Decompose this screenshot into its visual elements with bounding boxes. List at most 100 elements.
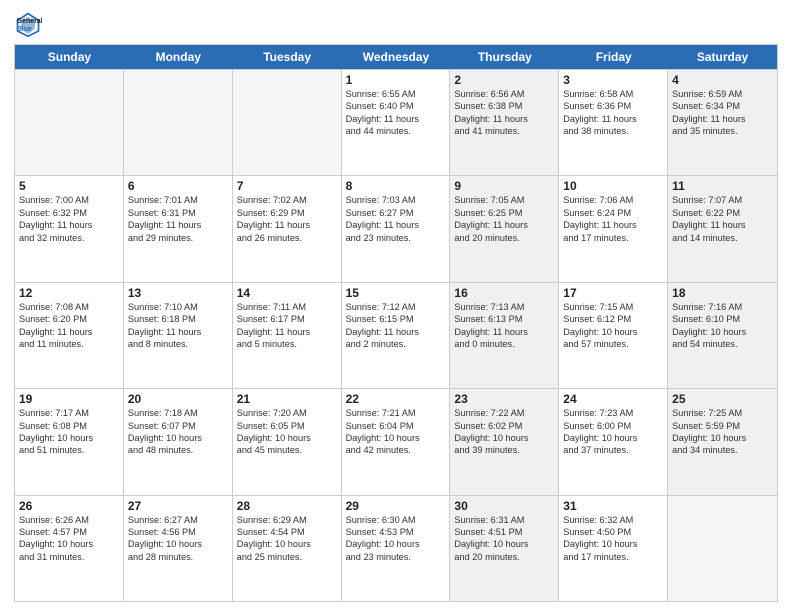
day-cell: 12Sunrise: 7:08 AM Sunset: 6:20 PM Dayli… bbox=[15, 283, 124, 388]
calendar-row: 19Sunrise: 7:17 AM Sunset: 6:08 PM Dayli… bbox=[15, 388, 777, 494]
day-cell: 13Sunrise: 7:10 AM Sunset: 6:18 PM Dayli… bbox=[124, 283, 233, 388]
logo: General Blue bbox=[14, 10, 45, 38]
day-info: Sunrise: 7:06 AM Sunset: 6:24 PM Dayligh… bbox=[563, 194, 663, 244]
day-cell: 29Sunrise: 6:30 AM Sunset: 4:53 PM Dayli… bbox=[342, 496, 451, 601]
day-number: 3 bbox=[563, 73, 663, 87]
day-cell: 30Sunrise: 6:31 AM Sunset: 4:51 PM Dayli… bbox=[450, 496, 559, 601]
day-cell: 11Sunrise: 7:07 AM Sunset: 6:22 PM Dayli… bbox=[668, 176, 777, 281]
day-number: 22 bbox=[346, 392, 446, 406]
day-cell: 18Sunrise: 7:16 AM Sunset: 6:10 PM Dayli… bbox=[668, 283, 777, 388]
calendar-row: 12Sunrise: 7:08 AM Sunset: 6:20 PM Dayli… bbox=[15, 282, 777, 388]
day-number: 10 bbox=[563, 179, 663, 193]
day-info: Sunrise: 6:31 AM Sunset: 4:51 PM Dayligh… bbox=[454, 514, 554, 564]
day-number: 25 bbox=[672, 392, 773, 406]
day-number: 4 bbox=[672, 73, 773, 87]
weekday-header: Monday bbox=[124, 45, 233, 69]
day-cell: 4Sunrise: 6:59 AM Sunset: 6:34 PM Daylig… bbox=[668, 70, 777, 175]
day-info: Sunrise: 6:26 AM Sunset: 4:57 PM Dayligh… bbox=[19, 514, 119, 564]
day-cell: 3Sunrise: 6:58 AM Sunset: 6:36 PM Daylig… bbox=[559, 70, 668, 175]
day-info: Sunrise: 6:58 AM Sunset: 6:36 PM Dayligh… bbox=[563, 88, 663, 138]
day-number: 19 bbox=[19, 392, 119, 406]
day-number: 31 bbox=[563, 499, 663, 513]
weekday-header: Sunday bbox=[15, 45, 124, 69]
day-number: 24 bbox=[563, 392, 663, 406]
day-cell: 2Sunrise: 6:56 AM Sunset: 6:38 PM Daylig… bbox=[450, 70, 559, 175]
day-number: 26 bbox=[19, 499, 119, 513]
day-number: 9 bbox=[454, 179, 554, 193]
day-cell: 8Sunrise: 7:03 AM Sunset: 6:27 PM Daylig… bbox=[342, 176, 451, 281]
day-info: Sunrise: 7:11 AM Sunset: 6:17 PM Dayligh… bbox=[237, 301, 337, 351]
day-info: Sunrise: 7:03 AM Sunset: 6:27 PM Dayligh… bbox=[346, 194, 446, 244]
day-cell: 24Sunrise: 7:23 AM Sunset: 6:00 PM Dayli… bbox=[559, 389, 668, 494]
day-number: 20 bbox=[128, 392, 228, 406]
empty-cell bbox=[233, 70, 342, 175]
weekday-header: Wednesday bbox=[342, 45, 451, 69]
svg-text:General: General bbox=[17, 18, 42, 25]
weekday-header: Saturday bbox=[668, 45, 777, 69]
day-info: Sunrise: 7:25 AM Sunset: 5:59 PM Dayligh… bbox=[672, 407, 773, 457]
day-number: 27 bbox=[128, 499, 228, 513]
day-cell: 1Sunrise: 6:55 AM Sunset: 6:40 PM Daylig… bbox=[342, 70, 451, 175]
day-info: Sunrise: 6:27 AM Sunset: 4:56 PM Dayligh… bbox=[128, 514, 228, 564]
logo-icon: General Blue bbox=[14, 10, 42, 38]
day-info: Sunrise: 7:02 AM Sunset: 6:29 PM Dayligh… bbox=[237, 194, 337, 244]
day-number: 13 bbox=[128, 286, 228, 300]
calendar-body: 1Sunrise: 6:55 AM Sunset: 6:40 PM Daylig… bbox=[15, 69, 777, 601]
empty-cell bbox=[668, 496, 777, 601]
header: General Blue bbox=[14, 10, 778, 38]
calendar-row: 5Sunrise: 7:00 AM Sunset: 6:32 PM Daylig… bbox=[15, 175, 777, 281]
day-number: 14 bbox=[237, 286, 337, 300]
day-number: 7 bbox=[237, 179, 337, 193]
day-cell: 15Sunrise: 7:12 AM Sunset: 6:15 PM Dayli… bbox=[342, 283, 451, 388]
day-number: 8 bbox=[346, 179, 446, 193]
day-number: 12 bbox=[19, 286, 119, 300]
empty-cell bbox=[124, 70, 233, 175]
day-number: 17 bbox=[563, 286, 663, 300]
day-number: 30 bbox=[454, 499, 554, 513]
day-number: 18 bbox=[672, 286, 773, 300]
svg-text:Blue: Blue bbox=[17, 26, 32, 33]
page: General Blue SundayMondayTuesdayWednesda… bbox=[0, 0, 792, 612]
day-info: Sunrise: 7:10 AM Sunset: 6:18 PM Dayligh… bbox=[128, 301, 228, 351]
day-info: Sunrise: 7:17 AM Sunset: 6:08 PM Dayligh… bbox=[19, 407, 119, 457]
day-info: Sunrise: 6:30 AM Sunset: 4:53 PM Dayligh… bbox=[346, 514, 446, 564]
day-cell: 10Sunrise: 7:06 AM Sunset: 6:24 PM Dayli… bbox=[559, 176, 668, 281]
day-cell: 17Sunrise: 7:15 AM Sunset: 6:12 PM Dayli… bbox=[559, 283, 668, 388]
day-info: Sunrise: 7:18 AM Sunset: 6:07 PM Dayligh… bbox=[128, 407, 228, 457]
day-info: Sunrise: 7:13 AM Sunset: 6:13 PM Dayligh… bbox=[454, 301, 554, 351]
day-cell: 31Sunrise: 6:32 AM Sunset: 4:50 PM Dayli… bbox=[559, 496, 668, 601]
day-cell: 27Sunrise: 6:27 AM Sunset: 4:56 PM Dayli… bbox=[124, 496, 233, 601]
day-info: Sunrise: 7:07 AM Sunset: 6:22 PM Dayligh… bbox=[672, 194, 773, 244]
day-number: 11 bbox=[672, 179, 773, 193]
day-number: 29 bbox=[346, 499, 446, 513]
weekday-header: Thursday bbox=[450, 45, 559, 69]
day-info: Sunrise: 7:15 AM Sunset: 6:12 PM Dayligh… bbox=[563, 301, 663, 351]
day-info: Sunrise: 6:56 AM Sunset: 6:38 PM Dayligh… bbox=[454, 88, 554, 138]
day-number: 15 bbox=[346, 286, 446, 300]
day-info: Sunrise: 7:23 AM Sunset: 6:00 PM Dayligh… bbox=[563, 407, 663, 457]
empty-cell bbox=[15, 70, 124, 175]
day-cell: 21Sunrise: 7:20 AM Sunset: 6:05 PM Dayli… bbox=[233, 389, 342, 494]
day-cell: 26Sunrise: 6:26 AM Sunset: 4:57 PM Dayli… bbox=[15, 496, 124, 601]
day-info: Sunrise: 6:55 AM Sunset: 6:40 PM Dayligh… bbox=[346, 88, 446, 138]
day-cell: 16Sunrise: 7:13 AM Sunset: 6:13 PM Dayli… bbox=[450, 283, 559, 388]
day-cell: 22Sunrise: 7:21 AM Sunset: 6:04 PM Dayli… bbox=[342, 389, 451, 494]
day-cell: 19Sunrise: 7:17 AM Sunset: 6:08 PM Dayli… bbox=[15, 389, 124, 494]
day-cell: 6Sunrise: 7:01 AM Sunset: 6:31 PM Daylig… bbox=[124, 176, 233, 281]
weekday-header: Tuesday bbox=[233, 45, 342, 69]
day-info: Sunrise: 7:00 AM Sunset: 6:32 PM Dayligh… bbox=[19, 194, 119, 244]
day-cell: 9Sunrise: 7:05 AM Sunset: 6:25 PM Daylig… bbox=[450, 176, 559, 281]
day-info: Sunrise: 6:59 AM Sunset: 6:34 PM Dayligh… bbox=[672, 88, 773, 138]
day-number: 23 bbox=[454, 392, 554, 406]
day-cell: 23Sunrise: 7:22 AM Sunset: 6:02 PM Dayli… bbox=[450, 389, 559, 494]
day-info: Sunrise: 7:08 AM Sunset: 6:20 PM Dayligh… bbox=[19, 301, 119, 351]
day-number: 21 bbox=[237, 392, 337, 406]
weekday-header: Friday bbox=[559, 45, 668, 69]
day-number: 1 bbox=[346, 73, 446, 87]
day-cell: 7Sunrise: 7:02 AM Sunset: 6:29 PM Daylig… bbox=[233, 176, 342, 281]
calendar-row: 26Sunrise: 6:26 AM Sunset: 4:57 PM Dayli… bbox=[15, 495, 777, 601]
day-info: Sunrise: 7:01 AM Sunset: 6:31 PM Dayligh… bbox=[128, 194, 228, 244]
day-info: Sunrise: 6:32 AM Sunset: 4:50 PM Dayligh… bbox=[563, 514, 663, 564]
day-info: Sunrise: 7:20 AM Sunset: 6:05 PM Dayligh… bbox=[237, 407, 337, 457]
day-number: 6 bbox=[128, 179, 228, 193]
